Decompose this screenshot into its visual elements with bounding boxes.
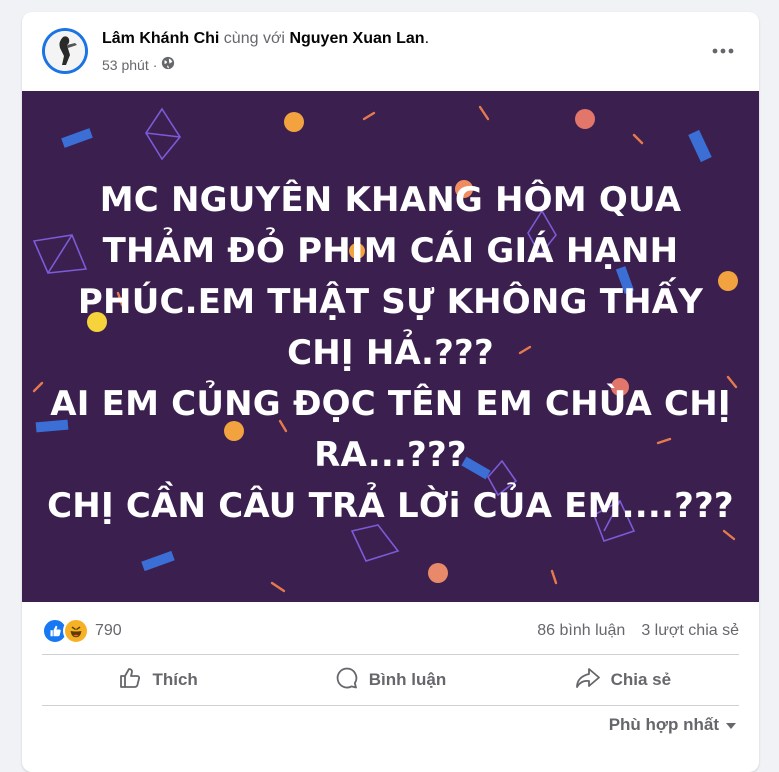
post-header: Lâm Khánh Chi cùng với Nguyen Xuan Lan. … [22,12,759,90]
reaction-count: 790 [95,622,122,639]
banner-line: RA...??? [314,435,467,475]
meta-separator: · [152,56,158,73]
comment-sort-dropdown[interactable]: Phù hợp nhất [609,715,737,735]
post-meta: 53 phút · [102,56,175,73]
like-button[interactable]: Thích [42,656,274,704]
avatar-image [45,31,85,71]
more-options-button[interactable] [705,36,741,64]
comment-count[interactable]: 86 bình luận [537,622,625,640]
banner-line: MC NGUYÊN KHANG HÔM QUA [99,180,682,220]
share-count[interactable]: 3 lượt chia sẻ [641,622,739,640]
share-label: Chia sẻ [610,670,672,689]
banner-line: PHÚC.EM THẬT SỰ KHÔNG THẤY [77,282,704,322]
tagged-suffix: . [424,30,430,47]
divider [42,705,739,706]
with-text: cùng với [223,30,285,47]
divider [42,654,739,655]
like-label: Thích [152,670,198,689]
engagement-counts: 86 bình luận 3 lượt chia sẻ [537,622,739,640]
banner-line: THẢM ĐỎ PHIM CÁI GIÁ HẠNH [102,231,679,271]
author-avatar[interactable] [42,28,88,74]
text-post-banner: MC NGUYÊN KHANG HÔM QUA THẢM ĐỎ PHIM CÁI… [22,91,759,602]
banner-line: CHỊ CẦN CÂU TRẢ LỜi CỦA EM....??? [47,486,734,526]
action-bar: Thích Bình luận Chia sẻ [42,656,739,704]
reaction-summary[interactable]: 790 [42,618,122,644]
comment-label: Bình luận [368,670,447,689]
comment-button[interactable]: Bình luận [274,656,506,704]
sort-label: Phù hợp nhất [608,715,719,734]
post-stats: 790 86 bình luận 3 lượt chia sẻ [22,614,759,646]
tagged-name[interactable]: Nguyen Xuan Lan [289,30,424,47]
haha-icon [63,618,89,644]
author-name[interactable]: Lâm Khánh Chi [102,30,219,47]
share-button[interactable]: Chia sẻ [507,656,739,704]
author-line: Lâm Khánh Chi cùng với Nguyen Xuan Lan. [102,30,429,48]
post-card: Lâm Khánh Chi cùng với Nguyen Xuan Lan. … [22,12,759,772]
banner-line: CHỊ HẢ.??? [287,333,494,373]
comment-icon [335,666,359,695]
more-options-icon [712,41,734,59]
post-time[interactable]: 53 phút [102,57,149,73]
share-icon [575,666,601,695]
caret-down-icon [725,715,737,735]
globe-icon [161,56,175,73]
thumbs-up-icon [118,666,142,695]
banner-text: MC NGUYÊN KHANG HÔM QUA THẢM ĐỎ PHIM CÁI… [42,175,739,532]
banner-line: AI EM CỦNG ĐỌC TÊN EM CHÙA CHỊ [50,384,731,424]
